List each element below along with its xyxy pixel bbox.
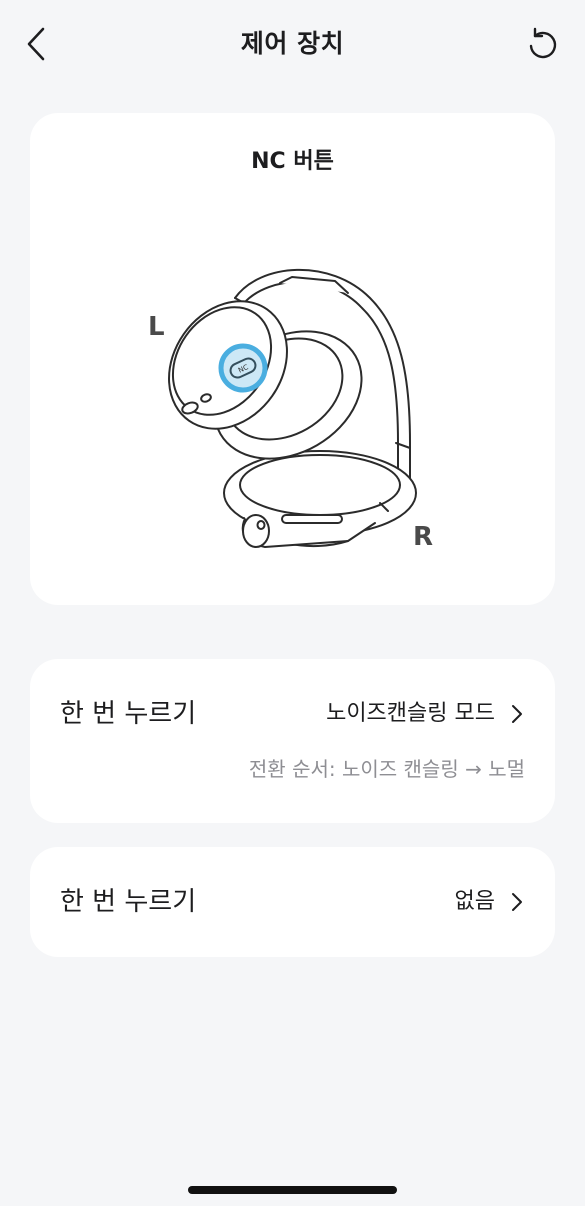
chevron-right-icon bbox=[507, 885, 527, 919]
headphones-illustration: NC L R bbox=[148, 268, 433, 552]
home-indicator bbox=[188, 1186, 397, 1194]
reset-button[interactable] bbox=[523, 24, 563, 64]
single-press-setting-row[interactable]: 한 번 누르기 노이즈캔슬링 모드 전환 순서: 노이즈 캔슬링 → 노멀 bbox=[30, 659, 555, 823]
left-side-label: L bbox=[148, 312, 165, 342]
top-bar: 제어 장치 bbox=[0, 0, 585, 90]
setting-value: 노이즈캔슬링 모드 bbox=[326, 701, 495, 726]
setting-label: 한 번 누르기 bbox=[60, 887, 197, 917]
setting-value: 없음 bbox=[454, 889, 495, 914]
nc-button-card: NC 버튼 NC L R bbox=[30, 113, 555, 605]
toggle-order-description: 전환 순서: 노이즈 캔슬링 → 노멀 bbox=[248, 757, 525, 781]
chevron-right-icon bbox=[507, 697, 527, 731]
reset-icon bbox=[529, 27, 557, 59]
right-side-label: R bbox=[413, 522, 433, 552]
single-press-setting-row-2[interactable]: 한 번 누르기 없음 bbox=[30, 847, 555, 957]
page-title: 제어 장치 bbox=[240, 29, 345, 58]
setting-label: 한 번 누르기 bbox=[60, 699, 197, 729]
